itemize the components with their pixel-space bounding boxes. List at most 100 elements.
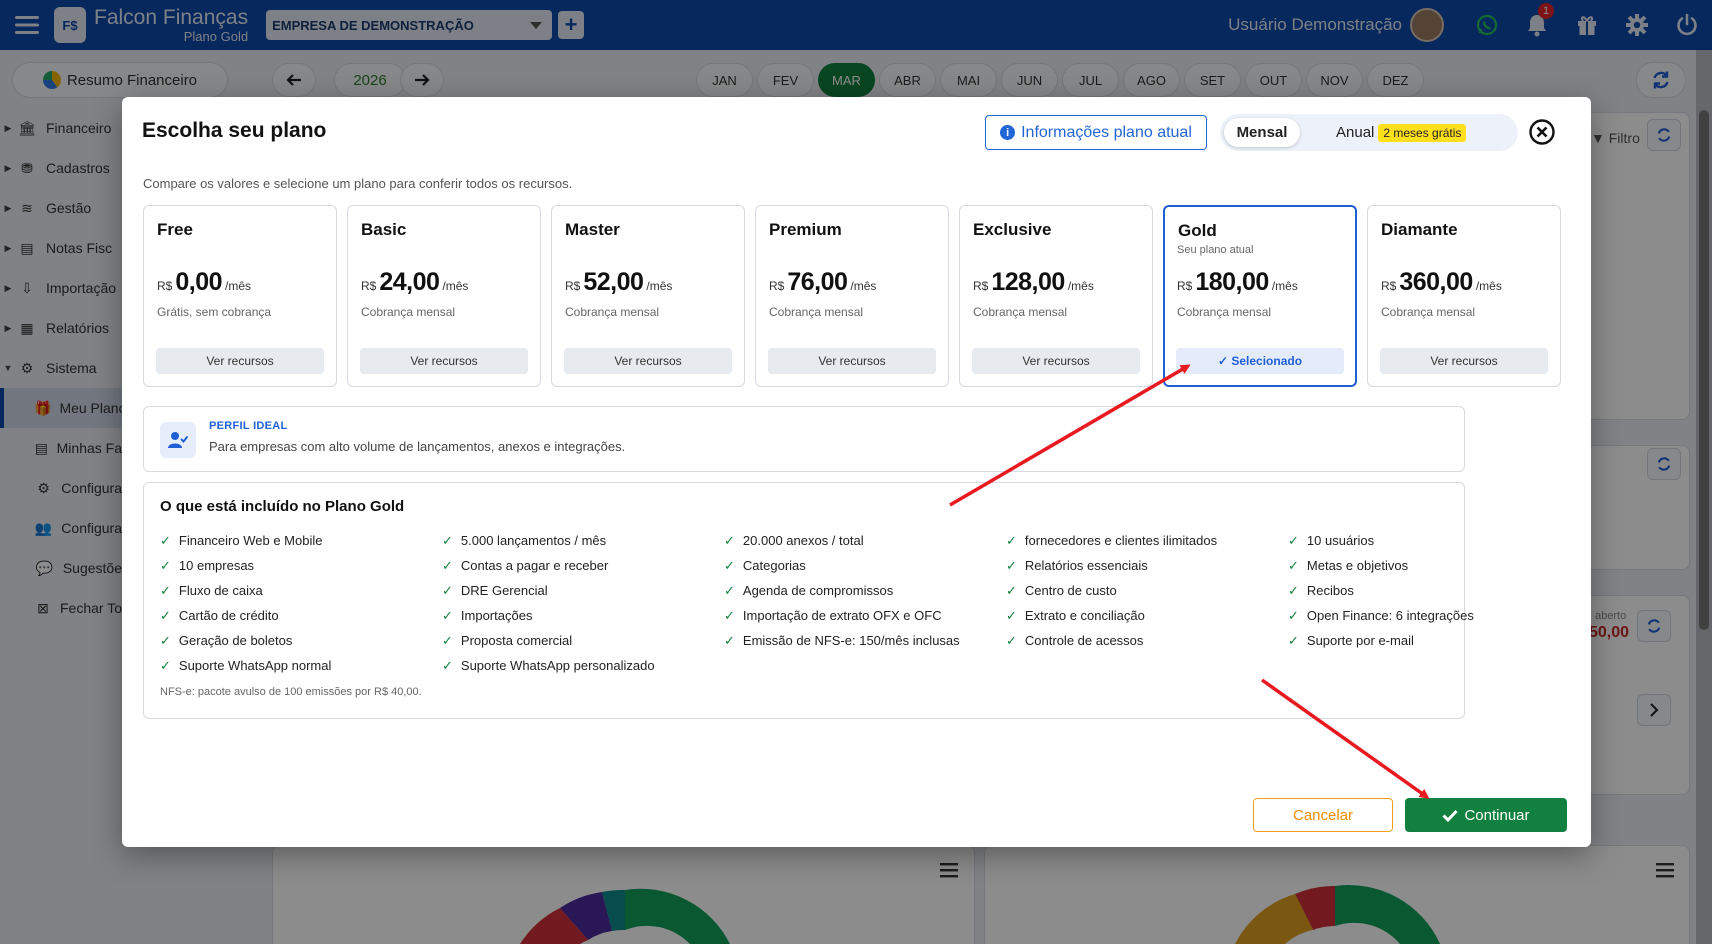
feature-label: Controle de acessos [1024,633,1144,648]
view-features-button[interactable]: Ver recursos [972,348,1140,374]
feature-item: ✓ Suporte por e-mail [1288,628,1488,653]
plan-name: Diamante [1381,220,1458,239]
feature-item: ✓ Suporte WhatsApp normal [160,653,442,678]
feature-item: ✓ 10 empresas [160,553,442,578]
plan-name: Basic [361,220,407,239]
feature-label: Agenda de compromissos [742,583,894,598]
feature-label: Suporte WhatsApp normal [178,658,332,673]
feature-label: Centro de custo [1024,583,1117,598]
annual-promo-badge: 2 meses grátis [1378,123,1467,142]
check-icon: ✓ [442,532,453,548]
feature-item: ✓ Categorias [724,553,1006,578]
feature-item: ✓ Geração de boletos [160,628,442,653]
check-icon: ✓ [724,582,735,598]
feature-item: ✓ Open Finance: 6 integrações [1288,603,1488,628]
modal-title: Escolha seu plano [142,119,327,142]
check-icon: ✓ [160,607,171,623]
plan-note: Cobrança mensal [769,305,864,319]
feature-item: ✓ Controle de acessos [1006,628,1288,653]
check-icon: ✓ [724,557,735,573]
check-icon: ✓ [1006,557,1017,573]
plan-price: R$ 52,00/mês [565,268,673,296]
ideal-profile-label: PERFIL IDEAL [209,420,288,432]
plan-name: Exclusive [973,220,1052,239]
feature-item: ✓ 20.000 anexos / total [724,528,1006,553]
user-check-icon [160,422,196,458]
check-icon: ✓ [1006,582,1017,598]
feature-item: ✓ Importação de extrato OFX e OFC [724,603,1006,628]
plan-card-master[interactable]: Master R$ 52,00/mês Cobrança mensal Ver r… [551,205,745,387]
view-features-button[interactable]: Ver recursos [1380,348,1548,374]
feature-label: Importações [460,608,533,623]
feature-label: Recibos [1306,583,1354,598]
check-icon: ✓ [160,657,171,673]
check-icon: ✓ [442,582,453,598]
check-icon: ✓ [442,632,453,648]
plan-card-exclusive[interactable]: Exclusive R$ 128,00/mês Cobrança mensal V… [959,205,1153,387]
feature-item: ✓ Relatórios essenciais [1006,553,1288,578]
included-features-box: O que está incluído no Plano Gold ✓ Finan… [143,482,1474,719]
check-icon: ✓ [1288,557,1299,573]
feature-label: Emissão de NFS-e: 150/mês inclusas [742,633,960,648]
feature-label: Cartão de crédito [178,608,279,623]
plan-card-free[interactable]: Free R$ 0,00/mês Grátis, sem cobrança Ver… [143,205,337,387]
check-icon: ✓ [160,557,171,573]
feature-item: ✓ 10 usuários [1288,528,1488,553]
feature-item: ✓ 5.000 lançamentos / mês [442,528,724,553]
info-button-label: Informações plano atual [1021,123,1192,141]
cancel-button[interactable]: Cancelar [1253,798,1393,832]
features-list: ✓ Financeiro Web e Mobile ✓ 5.000 lançament… [160,528,1488,678]
view-features-button[interactable]: Ver recursos [564,348,732,374]
check-icon: ✓ [1288,607,1299,623]
feature-item: ✓ Cartão de crédito [160,603,442,628]
view-features-button[interactable]: Ver recursos [768,348,936,374]
view-features-button[interactable]: Ver recursos [360,348,528,374]
billing-annual-option[interactable]: Anual 2 meses grátis [1336,118,1467,147]
plan-price: R$ 24,00/mês [361,268,469,296]
feature-label: Categorias [742,558,806,573]
check-icon: ✓ [1006,607,1017,623]
check-icon: ✓ [442,657,453,673]
feature-label: Geração de boletos [178,633,293,648]
feature-item: ✓ fornecedores e clientes ilimitados [1006,528,1288,553]
close-modal-button[interactable] [1528,118,1556,146]
selected-plan-button[interactable]: ✓ Selecionado [1176,348,1344,374]
plan-card-gold[interactable]: Gold Seu plano atual R$ 180,00/mês Cobran… [1163,205,1357,387]
feature-item: ✓ Recibos [1288,578,1488,603]
feature-item: ✓ Emissão de NFS-e: 150/mês inclusas [724,628,1006,653]
choose-plan-modal: Escolha seu plano i Informações plano at… [122,97,1591,847]
plan-price: R$ 360,00/mês [1381,268,1502,296]
view-features-button[interactable]: Ver recursos [156,348,324,374]
plan-price: R$ 128,00/mês [973,268,1094,296]
included-title: O que está incluído no Plano Gold [160,498,405,515]
feature-label: Contas a pagar e receber [460,558,609,573]
feature-label: 10 empresas [178,558,255,573]
plan-note: Cobrança mensal [565,305,660,319]
check-icon: ✓ [1006,532,1017,548]
check-icon: ✓ [1288,582,1299,598]
feature-label: fornecedores e clientes ilimitados [1024,533,1218,548]
feature-label: DRE Gerencial [460,583,548,598]
feature-label: Suporte por e-mail [1306,633,1414,648]
feature-label: Suporte WhatsApp personalizado [460,658,655,673]
check-icon: ✓ [160,532,171,548]
nfse-footnote: NFS-e: pacote avulso de 100 emissões por… [160,686,422,698]
plan-note: Cobrança mensal [1381,305,1476,319]
check-icon: ✓ [1288,532,1299,548]
plan-card-basic[interactable]: Basic R$ 24,00/mês Cobrança mensal Ver re… [347,205,541,387]
plan-name: Premium [769,220,842,239]
billing-monthly-option[interactable]: Mensal [1224,118,1300,147]
plan-price: R$ 0,00/mês [157,268,252,296]
plan-card-premium[interactable]: Premium R$ 76,00/mês Cobrança mensal Ver … [755,205,949,387]
billing-period-toggle: Mensal Anual 2 meses grátis [1220,114,1518,151]
feature-item: ✓ Contas a pagar e receber [442,553,724,578]
feature-item: ✓ Importações [442,603,724,628]
current-plan-info-button[interactable]: i Informações plano atual [985,115,1207,150]
plan-note: Cobrança mensal [1177,305,1272,319]
continue-button[interactable]: Continuar [1405,798,1567,832]
plan-card-diamante[interactable]: Diamante R$ 360,00/mês Cobrança mensal Ve… [1367,205,1561,387]
feature-item: ✓ Metas e objetivos [1288,553,1488,578]
check-icon: ✓ [1006,632,1017,648]
plan-note: Grátis, sem cobrança [157,305,272,319]
feature-label: Financeiro Web e Mobile [178,533,323,548]
